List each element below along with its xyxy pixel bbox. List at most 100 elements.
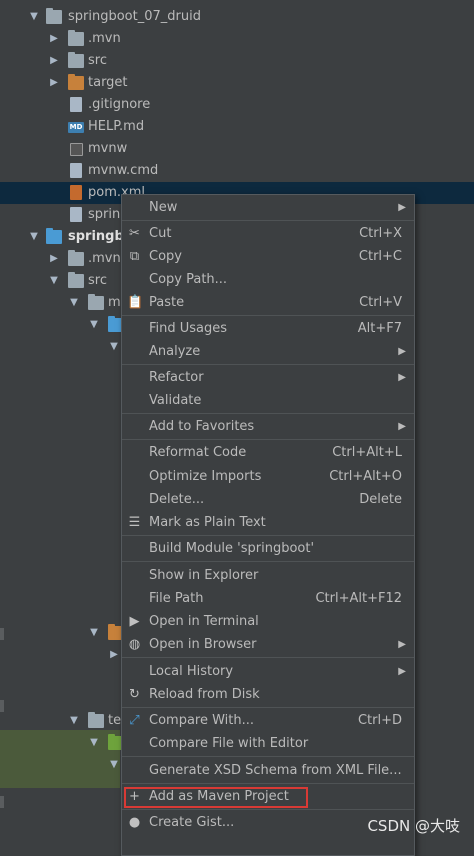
- folder-icon: [46, 8, 62, 24]
- menu-separator: [122, 535, 414, 536]
- menu-item-reload-from-disk[interactable]: ↻ Reload from Disk: [122, 683, 414, 706]
- watermark: CSDN @大吱: [367, 817, 460, 835]
- tree-row-help-md[interactable]: MD HELP.md: [0, 116, 474, 138]
- tree-label: src: [88, 273, 107, 288]
- chevron-right-icon[interactable]: ▶: [108, 644, 120, 666]
- menu-item-label: Add to Favorites: [149, 419, 255, 434]
- menu-item-shortcut: Ctrl+D: [357, 713, 402, 728]
- menu-item-label: Copy: [149, 249, 182, 264]
- menu-item-label: Open in Terminal: [149, 614, 259, 629]
- menu-item-label: Refactor: [149, 370, 204, 385]
- menu-item-label: Copy Path...: [149, 272, 228, 287]
- menu-item-label: Reload from Disk: [149, 687, 260, 702]
- menu-separator: [122, 561, 414, 562]
- compare-icon: ⤢: [129, 713, 140, 728]
- chevron-right-icon[interactable]: ▶: [48, 50, 60, 72]
- tree-row-gitignore[interactable]: .gitignore: [0, 94, 474, 116]
- menu-item-add-to-favorites[interactable]: Add to Favorites ▶: [122, 415, 414, 438]
- chevron-down-icon[interactable]: ▼: [88, 314, 100, 336]
- menu-item-delete[interactable]: Delete... Delete: [122, 488, 414, 511]
- menu-item-find-usages[interactable]: Find Usages Alt+F7: [122, 317, 414, 340]
- chevron-down-icon[interactable]: ▼: [68, 710, 80, 732]
- chevron-down-icon[interactable]: ▼: [108, 336, 120, 358]
- menu-separator: [122, 707, 414, 708]
- chevron-down-icon[interactable]: ▼: [68, 292, 80, 314]
- chevron-down-icon[interactable]: ▼: [28, 226, 40, 248]
- menu-item-paste[interactable]: 📋 Paste Ctrl+V: [122, 291, 414, 314]
- file-icon: [70, 97, 82, 112]
- menu-item-label: Paste: [149, 295, 185, 310]
- markdown-file-icon: MD: [68, 122, 84, 133]
- menu-item-label: Delete...: [149, 492, 205, 507]
- menu-item-optimize-imports[interactable]: Optimize Imports Ctrl+Alt+O: [122, 465, 414, 488]
- tree-label: .mvn: [88, 31, 121, 46]
- tree-row-target[interactable]: ▶ target: [0, 72, 474, 94]
- reload-icon: ↻: [129, 687, 140, 702]
- folder-icon: [68, 250, 84, 266]
- tree-label: mvnw: [88, 141, 128, 156]
- chevron-down-icon[interactable]: ▼: [88, 732, 100, 754]
- menu-separator: [122, 439, 414, 440]
- menu-separator: [122, 413, 414, 414]
- menu-item-label: Validate: [149, 393, 202, 408]
- menu-item-label: New: [149, 200, 178, 215]
- menu-item-cut[interactable]: ✂ Cut Ctrl+X: [122, 222, 414, 245]
- copy-icon: ⧉: [129, 249, 140, 264]
- menu-item-label: Optimize Imports: [149, 469, 262, 484]
- menu-item-file-path[interactable]: File Path Ctrl+Alt+F12: [122, 587, 414, 610]
- menu-item-local-history[interactable]: Local History ▶: [122, 660, 414, 683]
- tree-row-mvn[interactable]: ▶ .mvn: [0, 28, 474, 50]
- menu-item-open-in-browser[interactable]: ◍ Open in Browser ▶: [122, 633, 414, 656]
- menu-item-show-in-explorer[interactable]: Show in Explorer: [122, 564, 414, 587]
- menu-item-label: Cut: [149, 226, 172, 241]
- tree-label: .gitignore: [88, 97, 151, 112]
- tree-label: HELP.md: [88, 119, 145, 134]
- chevron-down-icon[interactable]: ▼: [108, 754, 120, 776]
- tree-label: target: [88, 75, 128, 90]
- menu-item-mark-as-plain-text[interactable]: ☰ Mark as Plain Text: [122, 511, 414, 534]
- tree-row-mvnw[interactable]: mvnw: [0, 138, 474, 160]
- menu-item-compare-file-with-editor[interactable]: Compare File with Editor: [122, 732, 414, 755]
- chevron-right-icon[interactable]: ▶: [48, 72, 60, 94]
- chevron-right-icon[interactable]: ▶: [48, 248, 60, 270]
- tree-row-src[interactable]: ▶ src: [0, 50, 474, 72]
- menu-item-refactor[interactable]: Refactor ▶: [122, 366, 414, 389]
- menu-item-generate-xsd[interactable]: Generate XSD Schema from XML File...: [122, 759, 414, 782]
- folder-icon: [88, 712, 104, 728]
- menu-item-label: Open in Browser: [149, 637, 257, 652]
- menu-item-label: Reformat Code: [149, 445, 247, 460]
- menu-item-reformat-code[interactable]: Reformat Code Ctrl+Alt+L: [122, 441, 414, 464]
- gutter-marker: [0, 628, 4, 640]
- terminal-file-icon: [70, 143, 83, 156]
- menu-separator: [122, 220, 414, 221]
- chevron-right-icon[interactable]: ▶: [48, 28, 60, 50]
- menu-item-shortcut: Ctrl+Alt+F12: [315, 591, 402, 606]
- folder-icon: [68, 30, 84, 46]
- submenu-arrow-icon: ▶: [398, 346, 406, 357]
- submenu-arrow-icon: ▶: [398, 372, 406, 383]
- menu-item-shortcut: Ctrl+X: [359, 226, 402, 241]
- submenu-arrow-icon: ▶: [398, 666, 406, 677]
- menu-item-new[interactable]: New ▶: [122, 196, 414, 219]
- tree-row-springboot-07-druid[interactable]: ▼ springboot_07_druid: [0, 6, 474, 28]
- chevron-down-icon[interactable]: ▼: [28, 6, 40, 28]
- tree-label: mvnw.cmd: [88, 163, 159, 178]
- tree-label: springboot_07_druid: [68, 9, 201, 24]
- file-icon: [70, 207, 82, 222]
- menu-item-copy[interactable]: ⧉ Copy Ctrl+C: [122, 245, 414, 268]
- menu-item-validate[interactable]: Validate: [122, 389, 414, 412]
- menu-item-open-in-terminal[interactable]: ▶ Open in Terminal: [122, 610, 414, 633]
- tree-row-mvnw-cmd[interactable]: mvnw.cmd: [0, 160, 474, 182]
- menu-item-analyze[interactable]: Analyze ▶: [122, 340, 414, 363]
- file-icon: [70, 163, 82, 178]
- tree-label: src: [88, 53, 107, 68]
- submenu-arrow-icon: ▶: [398, 421, 406, 432]
- menu-item-copy-path[interactable]: Copy Path...: [122, 268, 414, 291]
- menu-item-label: File Path: [149, 591, 204, 606]
- chevron-down-icon[interactable]: ▼: [88, 622, 100, 644]
- module-folder-icon: [46, 228, 62, 244]
- chevron-down-icon[interactable]: ▼: [48, 270, 60, 292]
- menu-item-compare-with[interactable]: ⤢ Compare With... Ctrl+D: [122, 709, 414, 732]
- menu-item-build-module[interactable]: Build Module 'springboot': [122, 537, 414, 560]
- menu-item-shortcut: Alt+F7: [357, 321, 402, 336]
